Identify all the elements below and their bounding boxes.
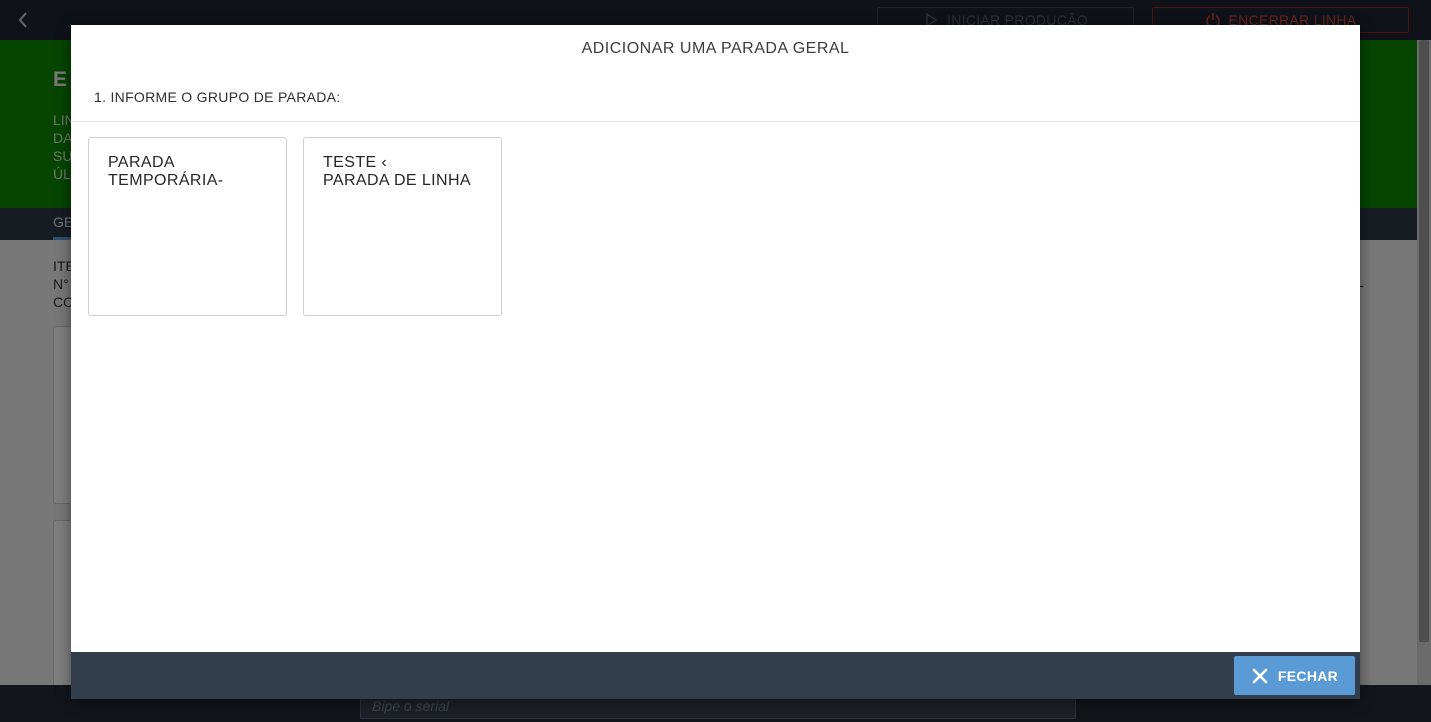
dialog-footer: FECHAR xyxy=(71,652,1360,699)
stop-group-name: TESTE ‹ xyxy=(323,154,388,171)
stop-group-name: TEMPORÁRIA- xyxy=(108,172,224,189)
close-icon xyxy=(1252,668,1268,683)
stop-group-name: PARADA DE LINHA xyxy=(323,172,471,189)
add-general-stop-dialog: ADICIONAR UMA PARADA GERAL 1. INFORME O … xyxy=(71,25,1360,699)
stop-group-card[interactable]: PARADA TEMPORÁRIA- xyxy=(88,137,287,316)
dialog-title: ADICIONAR UMA PARADA GERAL xyxy=(581,40,850,57)
divider xyxy=(71,121,1360,122)
step-label: 1. INFORME O GRUPO DE PARADA: xyxy=(94,89,341,105)
close-button-label: FECHAR xyxy=(1277,667,1339,684)
stop-group-card[interactable]: TESTE ‹ PARADA DE LINHA xyxy=(303,137,502,316)
close-button[interactable]: FECHAR xyxy=(1234,656,1355,695)
stop-group-name: PARADA xyxy=(108,154,176,171)
